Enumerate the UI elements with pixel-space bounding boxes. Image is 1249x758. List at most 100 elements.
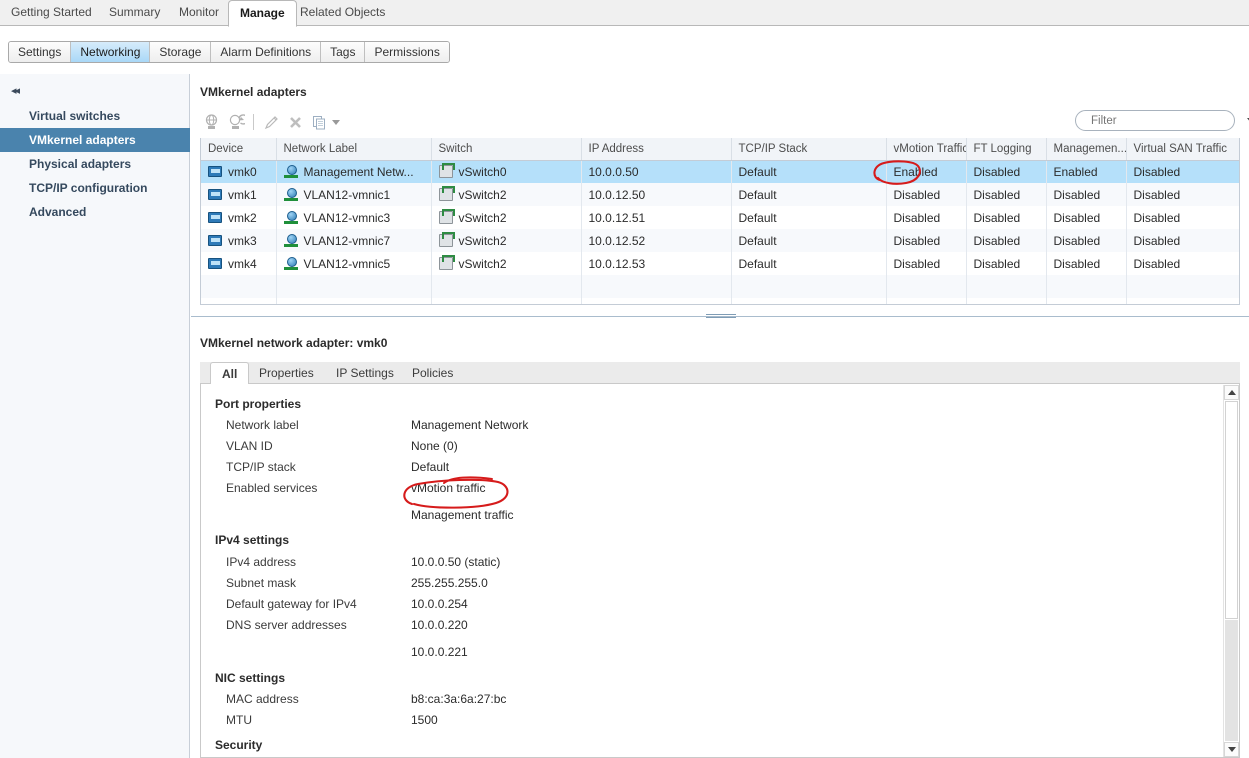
column-header-vmotion-traffic[interactable]: vMotion Traffic	[886, 138, 967, 161]
column-header-switch[interactable]: Switch	[431, 138, 582, 161]
cell-tcpip-stack: Default	[731, 206, 887, 229]
cell-text: vmk4	[228, 256, 257, 271]
nic-icon	[208, 258, 222, 269]
table-header-row: Device Network Label Switch IP Address T…	[201, 138, 1239, 161]
sidebar-item-tcpip-configuration[interactable]: TCP/IP configuration	[0, 176, 190, 200]
cell-text: vSwitch2	[458, 256, 507, 271]
vswitch-icon	[438, 163, 455, 179]
scrollbar-thumb[interactable]	[1225, 401, 1238, 619]
table-row[interactable]: vmk4 VLAN12-vmnic5 vSwitch2 10.0.12.53 D…	[201, 252, 1239, 275]
vswitch-icon	[438, 255, 455, 270]
column-header-ip-address[interactable]: IP Address	[581, 138, 732, 161]
sidebar-item-advanced[interactable]: Advanced	[0, 200, 190, 224]
subtab-tags[interactable]: Tags	[321, 42, 366, 62]
detail-tab-ip-settings[interactable]: IP Settings	[325, 362, 405, 384]
cell-text: vSwitch2	[458, 187, 507, 202]
field-value-tcpip-stack: Default	[411, 460, 450, 474]
tab-monitor[interactable]: Monitor	[168, 0, 230, 26]
table-row[interactable]: vmk3 VLAN12-vmnic7 vSwitch2 10.0.12.52 D…	[201, 229, 1239, 252]
subtab-label: Permissions	[374, 45, 440, 59]
toolbar-separator	[253, 114, 254, 130]
section-heading-nic-settings: NIC settings	[215, 671, 286, 685]
field-value-dns-server-2: 10.0.0.221	[411, 645, 468, 659]
detail-tab-label: Properties	[259, 366, 314, 380]
networking-sidebar: ◂◂ Virtual switches VMkernel adapters Ph…	[0, 74, 190, 758]
cell-vsan-traffic: Disabled	[1126, 183, 1239, 206]
detail-tab-policies[interactable]: Policies	[401, 362, 464, 384]
cell-vmotion-traffic: Enabled	[886, 160, 967, 183]
cell-text: VLAN12-vmnic3	[303, 210, 391, 225]
cell-management: Enabled	[1046, 160, 1127, 183]
subtab-permissions[interactable]: Permissions	[365, 42, 449, 62]
field-label-vlan-id: VLAN ID	[226, 439, 273, 453]
search-input[interactable]	[1089, 113, 1247, 128]
cell-ip-address: 10.0.12.52	[581, 229, 732, 252]
refresh-network-icon[interactable]	[224, 111, 248, 133]
chevron-down-icon[interactable]	[332, 119, 340, 125]
sidebar-item-vmkernel-adapters[interactable]: VMkernel adapters	[0, 128, 190, 152]
subtab-settings[interactable]: Settings	[9, 42, 72, 62]
tab-label: Manage	[240, 6, 285, 20]
cell-switch: vSwitch2	[431, 183, 582, 206]
cell-text: vmk3	[228, 233, 257, 248]
subtab-alarm-definitions[interactable]: Alarm Definitions	[211, 42, 322, 62]
filter-box[interactable]	[1075, 110, 1249, 131]
subtab-label: Storage	[159, 45, 202, 59]
sidebar-item-virtual-switches[interactable]: Virtual switches	[0, 104, 190, 128]
table-row[interactable]: vmk2 VLAN12-vmnic3 vSwitch2 10.0.12.51 D…	[201, 206, 1239, 229]
cell-ft-logging: Disabled	[966, 252, 1047, 275]
remove-icon[interactable]	[283, 111, 307, 133]
cell-text: Management Netw...	[303, 164, 414, 179]
copy-settings-icon[interactable]	[307, 111, 331, 133]
tab-summary[interactable]: Summary	[98, 0, 171, 26]
cell-network-label: VLAN12-vmnic1	[276, 183, 432, 206]
subtab-networking[interactable]: Networking	[71, 42, 151, 62]
column-header-device[interactable]: Device	[201, 138, 277, 161]
cell-text: vSwitch0	[458, 164, 507, 179]
column-header-tcpip-stack[interactable]: TCP/IP Stack	[731, 138, 887, 161]
detail-tab-all[interactable]: All	[210, 362, 250, 385]
chevron-double-left-icon[interactable]: ◂◂	[11, 85, 25, 97]
manage-subtab-bar: Settings Networking Storage Alarm Defini…	[8, 41, 450, 63]
column-header-network-label[interactable]: Network Label	[276, 138, 432, 161]
field-value-vmotion-traffic: vMotion traffic	[411, 481, 486, 495]
cell-vsan-traffic: Disabled	[1133, 256, 1181, 271]
sidebar-item-physical-adapters[interactable]: Physical adapters	[0, 152, 190, 176]
cell-device: vmk4	[201, 252, 277, 275]
column-header-management[interactable]: Managemen...	[1046, 138, 1127, 161]
field-label-dns-servers: DNS server addresses	[226, 618, 347, 632]
tab-getting-started[interactable]: Getting Started	[0, 0, 103, 26]
field-label-ipv4-address: IPv4 address	[226, 555, 297, 569]
network-icon	[283, 165, 298, 179]
cell-management: Disabled	[1046, 183, 1127, 206]
splitter-grip[interactable]	[706, 314, 736, 320]
page-title: VMkernel adapters	[200, 85, 307, 99]
table-body: vmk0 Management Netw... vSwitch0 10.0.0.…	[201, 160, 1239, 304]
table-row[interactable]: vmk1 VLAN12-vmnic1 vSwitch2 10.0.12.50 D…	[201, 183, 1239, 206]
object-tab-bar: Getting Started Summary Monitor Manage R…	[0, 0, 1249, 27]
column-header-vsan-traffic[interactable]: Virtual SAN Traffic	[1126, 138, 1239, 161]
detail-tab-properties[interactable]: Properties	[248, 362, 325, 384]
sidebar-item-label: Advanced	[29, 205, 87, 219]
scroll-down-button[interactable]	[1224, 742, 1239, 757]
add-host-networking-icon[interactable]	[200, 111, 224, 133]
edit-settings-icon[interactable]	[259, 111, 283, 133]
cell-tcpip-stack: Default	[731, 229, 887, 252]
column-header-ft-logging[interactable]: FT Logging	[966, 138, 1047, 161]
tab-manage[interactable]: Manage	[228, 0, 297, 27]
detail-tab-bar: All Properties IP Settings Policies	[200, 362, 1240, 385]
subtab-storage[interactable]: Storage	[150, 42, 212, 62]
scrollbar-track[interactable]	[1225, 620, 1238, 741]
field-value-network-label: Management Network	[411, 418, 529, 432]
cell-vmotion-traffic: Disabled	[886, 252, 967, 275]
table-row[interactable]: vmk0 Management Netw... vSwitch0 10.0.0.…	[201, 160, 1239, 183]
vswitch-icon	[438, 186, 455, 201]
cell-switch: vSwitch2	[431, 206, 582, 229]
detail-vertical-scrollbar[interactable]	[1223, 385, 1239, 757]
field-label-mac-address: MAC address	[226, 692, 299, 706]
cell-tcpip-stack: Default	[731, 183, 887, 206]
panel-splitter[interactable]	[191, 312, 1249, 322]
scroll-up-button[interactable]	[1224, 385, 1239, 400]
cell-switch: vSwitch0	[431, 160, 582, 183]
tab-related-objects[interactable]: Related Objects	[289, 0, 396, 26]
